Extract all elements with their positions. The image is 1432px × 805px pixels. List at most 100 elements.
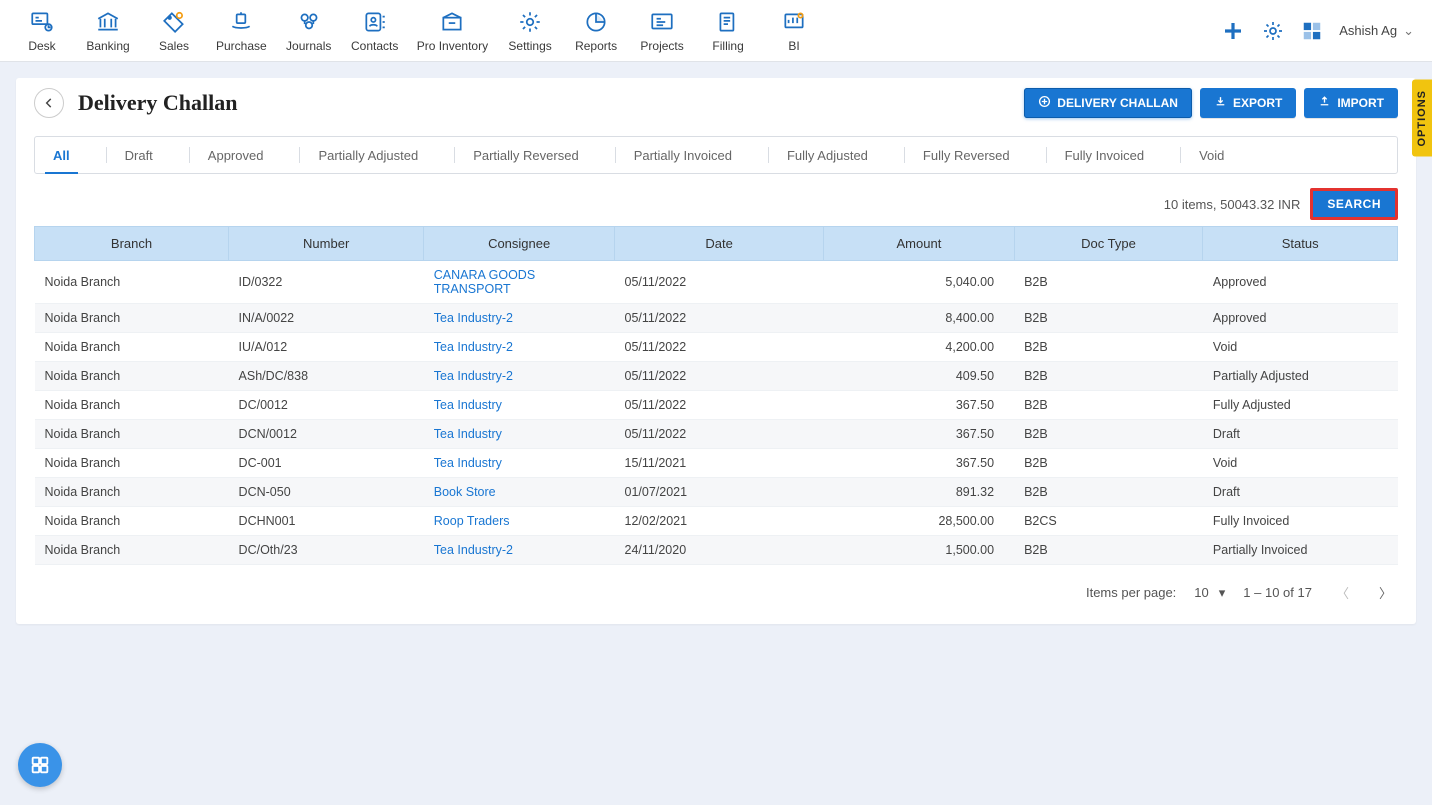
table-row[interactable]: Noida BranchASh/DC/838Tea Industry-205/1… [35, 362, 1398, 391]
table-row[interactable]: Noida BranchDC/Oth/23Tea Industry-224/11… [35, 536, 1398, 565]
tab-fully-reversed[interactable]: Fully Reversed [886, 137, 1028, 173]
tab-partially-invoiced[interactable]: Partially Invoiced [597, 137, 750, 173]
create-delivery-challan-button[interactable]: DELIVERY CHALLAN [1024, 88, 1192, 118]
cell-doctype: B2B [1014, 333, 1203, 362]
cell-number: IU/A/012 [229, 333, 424, 362]
tab-label: Partially Adjusted [318, 148, 418, 163]
cell-number: DC-001 [229, 449, 424, 478]
cell-date: 01/07/2021 [615, 478, 824, 507]
cell-branch: Noida Branch [35, 536, 229, 565]
table-row[interactable]: Noida BranchDCHN001Roop Traders12/02/202… [35, 507, 1398, 536]
nav-label: Filling [712, 39, 743, 53]
cell-amount: 4,200.00 [824, 333, 1014, 362]
prev-page-button[interactable]: 〈 [1330, 579, 1355, 606]
next-page-button[interactable]: 〉 [1373, 579, 1398, 606]
nav-item-proinventory[interactable]: Pro Inventory [417, 0, 488, 61]
table-row[interactable]: Noida BranchID/0322CANARA GOODS TRANSPOR… [35, 261, 1398, 304]
cell-consignee[interactable]: Book Store [424, 478, 615, 507]
nav-item-projects[interactable]: Projects [638, 0, 686, 61]
cell-status: Partially Adjusted [1203, 362, 1398, 391]
cell-amount: 409.50 [824, 362, 1014, 391]
cell-consignee[interactable]: Tea Industry [424, 420, 615, 449]
col-date[interactable]: Date [615, 227, 824, 261]
col-branch[interactable]: Branch [35, 227, 229, 261]
tab-void[interactable]: Void [1162, 137, 1242, 173]
cell-doctype: B2B [1014, 420, 1203, 449]
table-row[interactable]: Noida BranchDC/0012Tea Industry05/11/202… [35, 391, 1398, 420]
nav-item-settings[interactable]: Settings [506, 0, 554, 61]
nav-item-contacts[interactable]: Contacts [351, 0, 399, 61]
search-button[interactable]: SEARCH [1310, 188, 1398, 220]
summary-row: 10 items, 50043.32 INR SEARCH [34, 188, 1398, 220]
tab-fully-adjusted[interactable]: Fully Adjusted [750, 137, 886, 173]
cell-consignee[interactable]: Tea Industry [424, 449, 615, 478]
nav-item-sales[interactable]: Sales [150, 0, 198, 61]
tab-partially-adjusted[interactable]: Partially Adjusted [281, 137, 436, 173]
apps-fab-button[interactable] [18, 743, 62, 787]
button-label: EXPORT [1233, 96, 1282, 110]
data-table: Branch Number Consignee Date Amount Doc … [34, 226, 1398, 565]
tab-all[interactable]: All [35, 138, 88, 173]
add-button[interactable] [1221, 19, 1245, 43]
col-status[interactable]: Status [1203, 227, 1398, 261]
tab-approved[interactable]: Approved [171, 137, 282, 173]
page-size-select[interactable]: 10 ▾ [1194, 585, 1225, 601]
col-consignee[interactable]: Consignee [424, 227, 615, 261]
nav-item-bi[interactable]: BI [770, 0, 818, 61]
cell-amount: 8,400.00 [824, 304, 1014, 333]
cell-amount: 28,500.00 [824, 507, 1014, 536]
cell-consignee[interactable]: Tea Industry-2 [424, 333, 615, 362]
tab-fully-invoiced[interactable]: Fully Invoiced [1028, 137, 1162, 173]
cell-status: Fully Invoiced [1203, 507, 1398, 536]
nav-item-reports[interactable]: Reports [572, 0, 620, 61]
table-row[interactable]: Noida BranchDCN/0012Tea Industry05/11/20… [35, 420, 1398, 449]
import-button[interactable]: IMPORT [1304, 88, 1398, 118]
reports-icon [583, 9, 609, 35]
options-side-tab[interactable]: OPTIONS [1412, 80, 1432, 157]
table-row[interactable]: Noida BranchIU/A/012Tea Industry-205/11/… [35, 333, 1398, 362]
nav-item-journals[interactable]: Journals [285, 0, 333, 61]
nav-item-desk[interactable]: Desk [18, 0, 66, 61]
col-doctype[interactable]: Doc Type [1014, 227, 1203, 261]
cell-amount: 891.32 [824, 478, 1014, 507]
summary-text: 10 items, 50043.32 INR [1164, 197, 1301, 212]
export-button[interactable]: EXPORT [1200, 88, 1296, 118]
tab-label: Fully Adjusted [787, 148, 868, 163]
back-button[interactable] [34, 88, 64, 118]
cell-date: 05/11/2022 [615, 304, 824, 333]
tab-label: Partially Reversed [473, 148, 579, 163]
nav-item-filling[interactable]: Filling [704, 0, 752, 61]
cell-doctype: B2B [1014, 391, 1203, 420]
nav-item-banking[interactable]: Banking [84, 0, 132, 61]
chevron-down-icon: ⌄ [1403, 23, 1414, 39]
cell-consignee[interactable]: Tea Industry [424, 391, 615, 420]
calculator-button[interactable] [1301, 20, 1323, 42]
cell-number: DC/Oth/23 [229, 536, 424, 565]
table-row[interactable]: Noida BranchIN/A/0022Tea Industry-205/11… [35, 304, 1398, 333]
filter-tabs: All Draft Approved Partially Adjusted Pa… [34, 136, 1398, 174]
col-number[interactable]: Number [229, 227, 424, 261]
cell-doctype: B2B [1014, 304, 1203, 333]
cell-consignee[interactable]: Roop Traders [424, 507, 615, 536]
page-header: Delivery Challan DELIVERY CHALLAN EXPORT… [34, 88, 1398, 118]
tab-draft[interactable]: Draft [88, 137, 171, 173]
cell-status: Draft [1203, 420, 1398, 449]
cell-date: 05/11/2022 [615, 420, 824, 449]
nav-label: Purchase [216, 39, 267, 53]
tab-label: Approved [208, 148, 264, 163]
user-menu[interactable]: Ashish Ag ⌄ [1339, 23, 1414, 39]
cell-consignee[interactable]: Tea Industry-2 [424, 536, 615, 565]
nav-label: Reports [575, 39, 617, 53]
cell-consignee[interactable]: Tea Industry-2 [424, 304, 615, 333]
col-amount[interactable]: Amount [824, 227, 1014, 261]
cell-number: IN/A/0022 [229, 304, 424, 333]
tab-partially-reversed[interactable]: Partially Reversed [436, 137, 597, 173]
nav-label: BI [788, 39, 799, 53]
cell-consignee[interactable]: Tea Industry-2 [424, 362, 615, 391]
nav-item-purchase[interactable]: Purchase [216, 0, 267, 61]
settings-gear-button[interactable] [1261, 19, 1285, 43]
cell-consignee[interactable]: CANARA GOODS TRANSPORT [424, 261, 615, 304]
table-row[interactable]: Noida BranchDCN-050Book Store01/07/20218… [35, 478, 1398, 507]
table-row[interactable]: Noida BranchDC-001Tea Industry15/11/2021… [35, 449, 1398, 478]
cell-status: Draft [1203, 478, 1398, 507]
